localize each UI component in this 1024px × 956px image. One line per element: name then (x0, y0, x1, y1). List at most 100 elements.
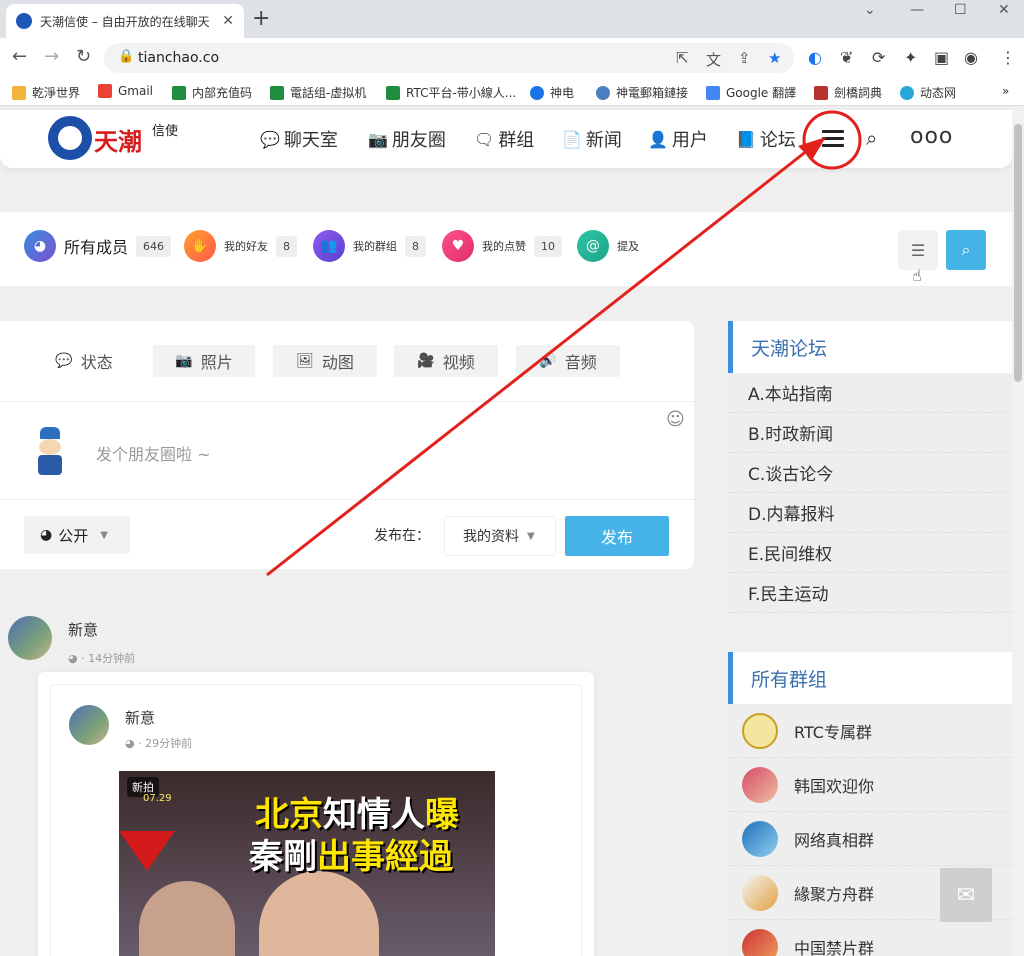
reload-icon[interactable]: ↻ (76, 46, 91, 67)
heart-icon: ♥ (442, 230, 474, 262)
post-text-input[interactable]: 发个朋友圈啦 ~ (96, 441, 211, 465)
tab-status[interactable]: 💬 状态 (34, 345, 134, 377)
bookmarks-overflow-icon[interactable]: » (1002, 84, 1009, 98)
nav-users[interactable]: 👤 用户 (648, 126, 708, 152)
publish-button[interactable]: 发布 (565, 516, 669, 556)
nav-groups[interactable]: 🗨 群组 (474, 126, 534, 152)
tab-video[interactable]: 🎥 视频 (394, 345, 498, 377)
bookmark-item[interactable]: Google 翻譯 (706, 84, 796, 101)
forum-link[interactable]: B.时政新闻 (728, 413, 1012, 453)
video-camera-icon: 🎥 (417, 353, 435, 369)
address-url[interactable]: tianchao.co (138, 50, 219, 66)
forum-link[interactable]: E.民间维权 (728, 533, 1012, 573)
extension-c-icon[interactable]: ◐ (808, 48, 822, 67)
bookmark-item[interactable]: 電話组-虚拟机 (270, 84, 366, 101)
logo-subtext: 信使 (152, 124, 179, 139)
extensions-puzzle-icon[interactable]: ✦ (904, 48, 917, 67)
chevron-down-icon: ▼ (527, 530, 535, 542)
groups-widget-title: 所有群组 (728, 652, 1012, 704)
bookmark-star-icon[interactable]: ★ (768, 49, 781, 67)
post-in-select[interactable]: 我的资料 ▼ (444, 516, 556, 556)
group-link[interactable]: 韩国欢迎你 (728, 758, 1012, 812)
document-icon: 📄 (562, 129, 582, 149)
divider (0, 499, 694, 500)
extension-sync-icon[interactable]: ⟳ (872, 48, 885, 67)
bookmark-item[interactable]: 神电 (530, 84, 574, 101)
count-badge: 10 (534, 235, 562, 257)
forum-widget: 天潮论坛 A.本站指南 B.时政新闻 C.谈古论今 D.内幕报料 E.民间维权 … (728, 321, 1012, 613)
bookmark-item[interactable]: 动态网 (900, 84, 956, 101)
close-window-icon[interactable]: ✕ (998, 2, 1010, 18)
comment-icon: 💬 (55, 353, 73, 369)
back-icon[interactable]: ← (12, 46, 27, 67)
nav-news[interactable]: 📄 新闻 (562, 126, 622, 152)
bookmark-item[interactable]: 劍橋詞典 (814, 84, 882, 101)
tab-search-icon[interactable]: ⌄ (864, 2, 876, 18)
hand-cursor-icon: ☝ (912, 266, 922, 285)
site-logo[interactable]: 天潮 信使 (48, 114, 188, 164)
filter-my-friends[interactable]: ✋ 我的好友 8 (184, 230, 297, 262)
group-link[interactable]: 中国禁片群 (728, 920, 1012, 956)
tab-audio[interactable]: 🔊 音频 (516, 345, 620, 377)
address-bar[interactable]: 🔒 tianchao.co ⇱ 文 ⇪ ★ (104, 43, 794, 73)
tab-close-icon[interactable]: ✕ (222, 13, 234, 29)
filter-my-likes[interactable]: ♥ 我的点赞 10 (442, 230, 562, 262)
lock-icon: 🔒 (118, 49, 135, 64)
privacy-select[interactable]: ◕ 公开 ▼ (24, 516, 130, 554)
menu-kebab-icon[interactable]: ⋮ (1000, 48, 1016, 67)
bookmark-item[interactable]: 神電郵箱鏈接 (596, 84, 688, 101)
browser-tab[interactable]: 天潮信使 – 自由开放的在线聊天 ✕ (6, 4, 244, 38)
avatar[interactable] (69, 705, 109, 745)
filter-my-groups[interactable]: 👥 我的群组 8 (313, 230, 426, 262)
users-icon: 👥 (313, 230, 345, 262)
emoji-icon[interactable]: ☺ (666, 409, 685, 430)
nav-moments[interactable]: 📷 朋友圈 (368, 126, 446, 152)
shared-author[interactable]: 新意 (125, 707, 155, 728)
bookmark-item[interactable]: 内部充值码 (172, 84, 252, 101)
new-tab-icon[interactable]: + (252, 6, 270, 31)
more-menu[interactable]: ooo (910, 124, 953, 149)
sheets-icon (270, 85, 284, 100)
power-icon (530, 85, 544, 100)
bookmark-item[interactable]: Gmail (98, 84, 153, 98)
forum-link[interactable]: C.谈古论今 (728, 453, 1012, 493)
translate-icon[interactable]: 文 (706, 49, 721, 70)
message-fab-button[interactable]: ✉ (940, 868, 992, 922)
tab-gif[interactable]: 🖼 动图 (273, 345, 377, 377)
member-search-button[interactable]: ⌕ (946, 230, 986, 270)
nav-chatroom[interactable]: 💬 聊天室 (260, 126, 338, 152)
post-author[interactable]: 新意 (68, 619, 98, 640)
gmail-icon (98, 84, 112, 98)
bookmark-item[interactable]: RTC平台-带小線人... (386, 84, 516, 101)
hamburger-menu-icon[interactable] (822, 130, 844, 148)
extension-leaf-icon[interactable]: ❦ (840, 48, 853, 67)
filter-sliders-button[interactable]: ☰ (898, 230, 938, 270)
maximize-icon[interactable]: ☐ (954, 2, 967, 18)
forward-icon[interactable]: → (44, 46, 59, 67)
tab-photo[interactable]: 📷 照片 (153, 345, 255, 377)
speaker-icon: 🔊 (539, 353, 557, 369)
user-plus-icon: 👤 (648, 129, 668, 149)
share-icon[interactable]: ⇪ (738, 49, 751, 67)
translate-icon (706, 85, 720, 100)
group-link[interactable]: 网络真相群 (728, 812, 1012, 866)
minimize-icon[interactable]: — (910, 2, 924, 18)
tab-title: 天潮信使 – 自由开放的在线聊天 (40, 14, 210, 29)
group-link[interactable]: RTC专属群 (728, 704, 1012, 758)
forum-link[interactable]: D.内幕报料 (728, 493, 1012, 533)
filter-mentions[interactable]: @ 提及 (577, 230, 639, 262)
forum-link[interactable]: F.民主运动 (728, 573, 1012, 613)
video-thumbnail[interactable]: 新拍 07.29 北京知情人曝 秦剛出事經過 (119, 771, 495, 956)
bookmark-item[interactable]: 乾淨世界 (12, 84, 80, 101)
nav-forum[interactable]: 📘 论坛 (736, 126, 796, 152)
browser-tabstrip: 天潮信使 – 自由开放的在线聊天 ✕ + ⌄ — ☐ ✕ (0, 0, 1024, 38)
filter-all-members[interactable]: ◕ 所有成员 646 (24, 230, 172, 262)
avatar[interactable] (8, 616, 52, 660)
open-in-icon[interactable]: ⇱ (676, 49, 689, 67)
side-panel-icon[interactable]: ▣ (934, 48, 949, 67)
header-search-icon[interactable]: ⌕ (866, 126, 877, 150)
forum-link[interactable]: A.本站指南 (728, 373, 1012, 413)
page-scrollbar-thumb[interactable] (1014, 124, 1022, 382)
profile-avatar-icon[interactable]: ◉ (964, 48, 978, 67)
at-sign-icon: @ (577, 230, 609, 262)
